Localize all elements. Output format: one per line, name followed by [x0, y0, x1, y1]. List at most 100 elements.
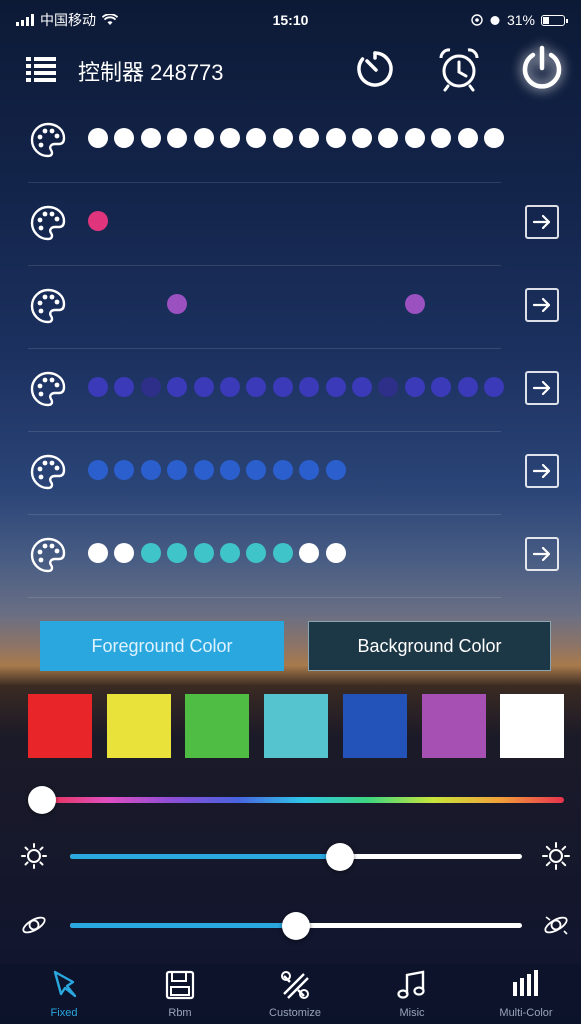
color-dot[interactable]	[404, 294, 425, 314]
color-swatch[interactable]	[28, 694, 92, 758]
color-dot[interactable]	[140, 543, 161, 563]
tab-multi-color[interactable]: Multi-Color	[476, 968, 576, 1024]
color-dot[interactable]	[404, 128, 425, 148]
color-dot[interactable]	[140, 128, 161, 148]
color-dot[interactable]	[88, 128, 108, 148]
color-dot[interactable]	[299, 460, 320, 480]
color-dot[interactable]	[193, 460, 214, 480]
color-dot[interactable]	[272, 377, 293, 397]
pattern-row[interactable]	[28, 349, 559, 432]
color-dot[interactable]	[140, 377, 161, 397]
apply-arrow-button[interactable]	[525, 288, 559, 322]
power-icon[interactable]	[518, 44, 566, 92]
pattern-row[interactable]	[28, 183, 559, 266]
color-dot[interactable]	[88, 543, 108, 563]
color-dot[interactable]	[325, 377, 346, 397]
apply-arrow-button[interactable]	[525, 537, 559, 571]
palette-icon[interactable]	[28, 369, 68, 409]
apply-arrow-button[interactable]	[525, 205, 559, 239]
color-dot[interactable]	[378, 377, 399, 397]
color-dot[interactable]	[167, 128, 188, 148]
pattern-row[interactable]	[28, 100, 504, 183]
pattern-row[interactable]	[28, 266, 559, 349]
color-dot[interactable]	[299, 543, 320, 563]
color-dot[interactable]	[272, 460, 293, 480]
color-dot[interactable]	[114, 543, 135, 563]
color-dot[interactable]	[299, 377, 320, 397]
color-dot[interactable]	[325, 460, 346, 480]
menu-icon[interactable]	[24, 52, 58, 86]
color-dot[interactable]	[484, 128, 504, 148]
pattern-row[interactable]	[28, 515, 559, 598]
tab-fixed[interactable]: Fixed	[14, 968, 114, 1024]
color-swatch[interactable]	[421, 694, 486, 758]
color-swatch[interactable]	[106, 694, 171, 758]
color-dot[interactable]	[167, 377, 188, 397]
palette-icon[interactable]	[28, 535, 68, 575]
apply-arrow-button[interactable]	[525, 454, 559, 488]
color-dot[interactable]	[246, 543, 267, 563]
color-dot[interactable]	[114, 460, 135, 480]
color-dot[interactable]	[167, 460, 188, 480]
color-dot[interactable]	[352, 128, 372, 148]
color-dot[interactable]	[167, 543, 188, 563]
brightness-track[interactable]	[70, 843, 522, 871]
color-swatch[interactable]	[342, 694, 407, 758]
color-dot[interactable]	[272, 543, 293, 563]
speed-thumb[interactable]	[282, 912, 310, 940]
hue-slider[interactable]	[28, 786, 564, 814]
color-dot[interactable]	[431, 128, 452, 148]
background-color-tab[interactable]: Background Color	[308, 621, 551, 671]
color-dot[interactable]	[220, 128, 240, 148]
color-dot[interactable]	[220, 460, 240, 480]
color-dot[interactable]	[88, 377, 108, 397]
color-dot[interactable]	[88, 460, 108, 480]
color-dot[interactable]	[193, 128, 214, 148]
tab-rbm[interactable]: Rbm	[130, 968, 230, 1024]
color-dot[interactable]	[272, 128, 293, 148]
color-dot[interactable]	[88, 211, 108, 231]
color-dot[interactable]	[299, 128, 320, 148]
color-dot[interactable]	[246, 128, 267, 148]
color-dot[interactable]	[457, 128, 478, 148]
alarm-icon[interactable]	[436, 46, 482, 92]
palette-icon[interactable]	[28, 286, 68, 326]
color-dot[interactable]	[484, 377, 504, 397]
speed-track[interactable]	[70, 912, 522, 940]
timer-icon[interactable]	[354, 48, 396, 90]
color-dot[interactable]	[246, 460, 267, 480]
palette-icon[interactable]	[28, 203, 68, 243]
color-dot[interactable]	[193, 543, 214, 563]
color-dot[interactable]	[404, 377, 425, 397]
color-swatch[interactable]	[500, 694, 565, 758]
color-dot[interactable]	[193, 377, 214, 397]
color-dot[interactable]	[114, 128, 135, 148]
brightness-thumb[interactable]	[325, 843, 354, 871]
apply-arrow-button[interactable]	[525, 371, 559, 405]
palette-icon[interactable]	[28, 120, 68, 160]
color-dot[interactable]	[114, 377, 135, 397]
tab-music[interactable]: Misic	[362, 968, 462, 1024]
pattern-row[interactable]	[28, 432, 559, 515]
orientation-lock-icon	[471, 14, 483, 26]
color-swatch[interactable]	[185, 694, 250, 758]
color-dot[interactable]	[140, 460, 161, 480]
color-dot[interactable]	[167, 294, 188, 314]
hue-track[interactable]	[42, 797, 564, 803]
color-swatch[interactable]	[264, 694, 329, 758]
tab-customize[interactable]: Customize	[245, 968, 345, 1024]
color-dot[interactable]	[325, 128, 346, 148]
color-dot[interactable]	[246, 377, 267, 397]
color-dot[interactable]	[431, 377, 452, 397]
color-dot[interactable]	[220, 543, 240, 563]
carrier-label: 中国移动	[40, 12, 96, 28]
color-dot[interactable]	[220, 377, 240, 397]
hue-thumb[interactable]	[28, 786, 56, 814]
palette-icon[interactable]	[28, 452, 68, 492]
color-dot[interactable]	[457, 377, 478, 397]
foreground-color-tab[interactable]: Foreground Color	[40, 621, 284, 671]
color-dot[interactable]	[325, 543, 346, 563]
color-dot[interactable]	[378, 128, 399, 148]
color-dot[interactable]	[352, 377, 372, 397]
wifi-icon	[102, 14, 118, 25]
